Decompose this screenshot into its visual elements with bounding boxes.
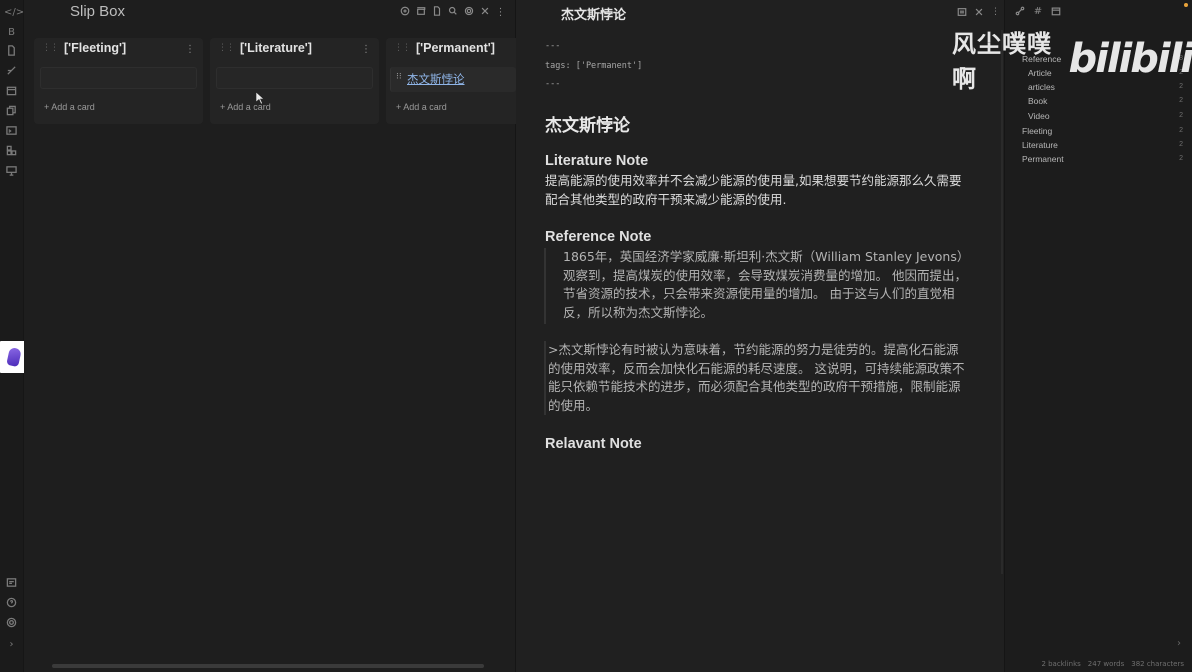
blockquote-bar	[544, 341, 546, 415]
add-lane-icon[interactable]	[398, 6, 411, 19]
horizontal-scrollbar[interactable]	[52, 664, 484, 668]
drag-handle-icon[interactable]: ⋮⋮	[394, 43, 411, 53]
search-icon[interactable]	[446, 6, 459, 19]
notification-dot	[1184, 3, 1188, 7]
gear-icon[interactable]	[462, 6, 475, 19]
calendar-icon[interactable]	[4, 85, 19, 100]
graph-icon[interactable]	[4, 65, 19, 80]
tag-label: Book	[1028, 96, 1048, 106]
blocks-icon[interactable]	[4, 145, 19, 160]
add-card-button[interactable]: + Add a card	[396, 102, 447, 112]
word-count: 247 words	[1087, 660, 1125, 668]
tag-count: 2	[1179, 97, 1183, 104]
expand-icon[interactable]: ›	[4, 637, 19, 652]
lane-literature[interactable]: ⋮⋮ ['Literature'] ⋮ + Add a card	[210, 38, 379, 124]
lane-header: ⋮⋮ ['Literature']	[218, 41, 312, 55]
status-bar: 2 backlinks 247 words 382 characters	[1041, 660, 1184, 668]
tag-count: 2	[1179, 155, 1183, 162]
left-ribbon: </> B ›	[0, 0, 24, 672]
reference-note-heading: Reference Note	[545, 229, 652, 245]
add-card-button[interactable]: + Add a card	[44, 102, 95, 112]
bold-b-icon[interactable]: B	[4, 25, 19, 40]
bilibili-logo: bilibili	[1068, 36, 1192, 82]
empty-card-slot	[40, 67, 197, 89]
blockquote-bar	[544, 248, 546, 324]
literature-note-text[interactable]: 提高能源的使用效率并不会减少能源的使用量,如果想要节约能源那么久需要配合其他类型…	[545, 172, 973, 209]
card-link[interactable]: 杰文斯悖论	[407, 71, 465, 87]
lane-title: ['Literature']	[240, 41, 312, 55]
tag-item-video[interactable]: Video 2	[1028, 111, 1192, 121]
tag-item-permanent[interactable]: Permanent 2	[1022, 154, 1192, 164]
help-icon[interactable]	[4, 597, 19, 612]
kanban-actions: ⋮	[398, 6, 507, 19]
archive-icon[interactable]	[414, 6, 427, 19]
tag-item-literature[interactable]: Literature 2	[1022, 140, 1192, 150]
kanban-card[interactable]: ⁝⁝ 杰文斯悖论	[390, 67, 516, 92]
tag-count: 2	[1179, 141, 1183, 148]
tag-label: Video	[1028, 111, 1050, 121]
sidebar-tabs: #	[1014, 6, 1062, 18]
tag-label: Permanent	[1022, 154, 1064, 164]
slides-icon[interactable]	[4, 165, 19, 180]
tag-item-fleeting[interactable]: Fleeting 2	[1022, 126, 1192, 136]
frontmatter-open: ---	[545, 41, 561, 51]
watermark: 风尘噗噗啊 bilibili	[952, 24, 1192, 94]
drag-handle-icon[interactable]: ⋮⋮	[218, 43, 235, 53]
kanban-pane: Slip Box ⋮ ⋮⋮ ['Fleeting'] ⋮ + Add a car…	[24, 0, 516, 672]
lane-fleeting[interactable]: ⋮⋮ ['Fleeting'] ⋮ + Add a card	[34, 38, 203, 124]
backlinks-count[interactable]: 2 backlinks	[1041, 660, 1080, 668]
note-title: 杰文斯悖论	[561, 8, 627, 23]
tags-hash-icon[interactable]: #	[1032, 6, 1044, 18]
close-icon[interactable]	[973, 7, 984, 18]
reading-view-icon[interactable]	[956, 7, 967, 18]
tag-count: 2	[1179, 112, 1183, 119]
terminal-icon[interactable]	[4, 125, 19, 140]
editor-scrollbar[interactable]	[1001, 30, 1003, 574]
copy-icon[interactable]	[4, 105, 19, 120]
code-icon[interactable]: </>	[4, 5, 24, 20]
tag-item-book[interactable]: Book 2	[1028, 96, 1192, 106]
lane-permanent[interactable]: ⋮⋮ ['Permanent'] ⁝⁝ 杰文斯悖论 + Add a card	[386, 38, 516, 124]
tag-count: 2	[1179, 127, 1183, 134]
relevant-note-heading: Relavant Note	[545, 436, 642, 452]
lane-header: ⋮⋮ ['Fleeting']	[42, 41, 126, 55]
frontmatter-tags[interactable]: tags: ['Permanent']	[545, 61, 642, 71]
settings-icon[interactable]	[4, 617, 19, 632]
editor-pane: 杰文斯悖论 ⋮ --- tags: ['Permanent'] --- 杰文斯悖…	[516, 0, 1004, 672]
empty-card-slot	[216, 67, 373, 89]
file-icon[interactable]	[4, 45, 19, 60]
literature-note-heading: Literature Note	[545, 153, 649, 169]
drag-handle-icon[interactable]: ⋮⋮	[42, 43, 59, 53]
card-grip-icon[interactable]: ⁝⁝	[396, 72, 402, 82]
tag-label: Literature	[1022, 140, 1058, 150]
more-options-icon[interactable]: ⋮	[494, 6, 507, 19]
lane-menu-icon[interactable]: ⋮	[361, 44, 371, 55]
gem-icon	[6, 346, 22, 368]
editor-actions: ⋮	[956, 7, 1001, 18]
note-heading: 杰文斯悖论	[545, 116, 630, 136]
lane-header: ⋮⋮ ['Permanent']	[394, 41, 495, 55]
character-count: 382 characters	[1131, 660, 1184, 668]
tag-label: Fleeting	[1022, 126, 1053, 136]
more-options-icon[interactable]: ⋮	[990, 7, 1001, 18]
close-icon[interactable]	[478, 6, 491, 19]
calendar-icon[interactable]	[1050, 6, 1062, 18]
graph-view-icon[interactable]	[1014, 6, 1026, 18]
lane-title: ['Fleeting']	[64, 41, 127, 55]
reference-quote-2[interactable]: >杰文斯悖论有时被认为意味着，节约能源的努力是徒劳的。提高化石能源的使用效率，反…	[548, 341, 968, 416]
reference-quote-1[interactable]: 1865年，英国经济学家威廉·斯坦利·杰文斯（William Stanley J…	[563, 248, 975, 323]
watermark-text: 风尘噗噗啊	[952, 30, 1052, 93]
document-icon[interactable]	[430, 6, 443, 19]
help-panel-icon[interactable]	[4, 577, 19, 592]
frontmatter-close: ---	[545, 79, 561, 89]
collapse-sidebar-icon[interactable]: ›	[1177, 638, 1181, 649]
kanban-title: Slip Box	[70, 3, 126, 20]
right-sidebar: # Reference 8 Article 2 articles 2 Book 2 Vi…	[1004, 0, 1192, 672]
lane-title: ['Permanent']	[416, 41, 495, 55]
lane-menu-icon[interactable]: ⋮	[185, 44, 195, 55]
